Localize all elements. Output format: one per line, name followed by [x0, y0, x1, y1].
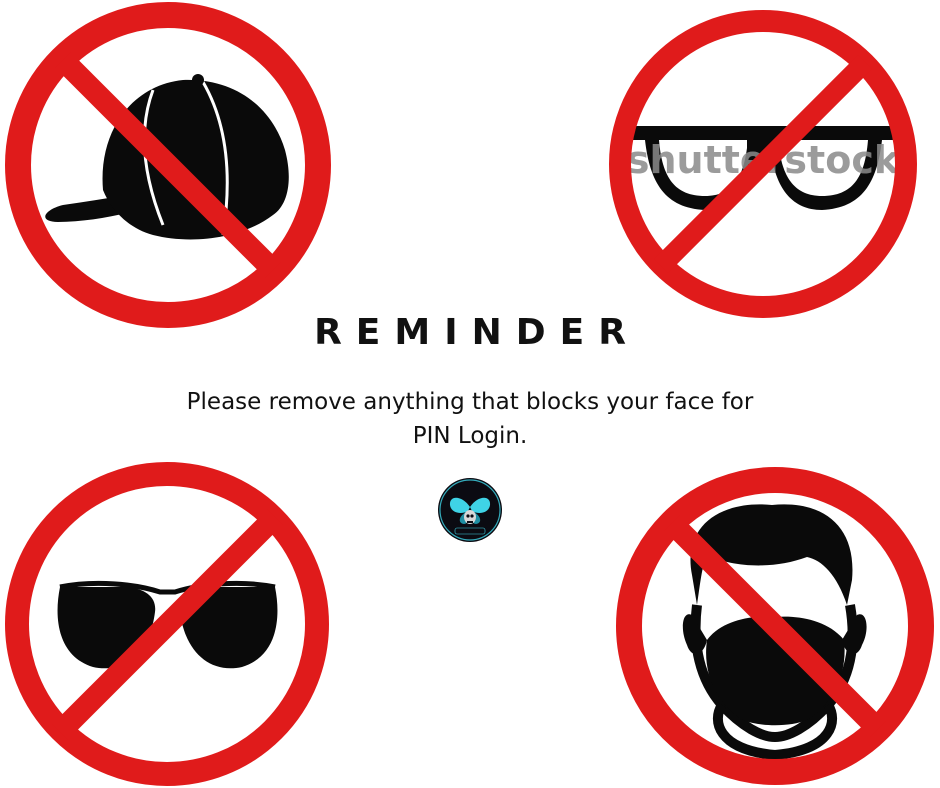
message-line-1: Please remove anything that blocks your …: [186, 389, 754, 415]
butterfly-skull-logo: [438, 478, 502, 542]
no-glasses-sign: shutterstock: [609, 10, 917, 318]
no-cap-sign: [5, 2, 331, 328]
message-line-2: PIN Login.: [412, 423, 528, 449]
no-face-mask-sign: [616, 467, 934, 785]
reminder-title: REMINDER: [314, 312, 640, 353]
reminder-message: Please remove anything that blocks your …: [170, 385, 770, 453]
no-sunglasses-sign: [5, 462, 329, 786]
